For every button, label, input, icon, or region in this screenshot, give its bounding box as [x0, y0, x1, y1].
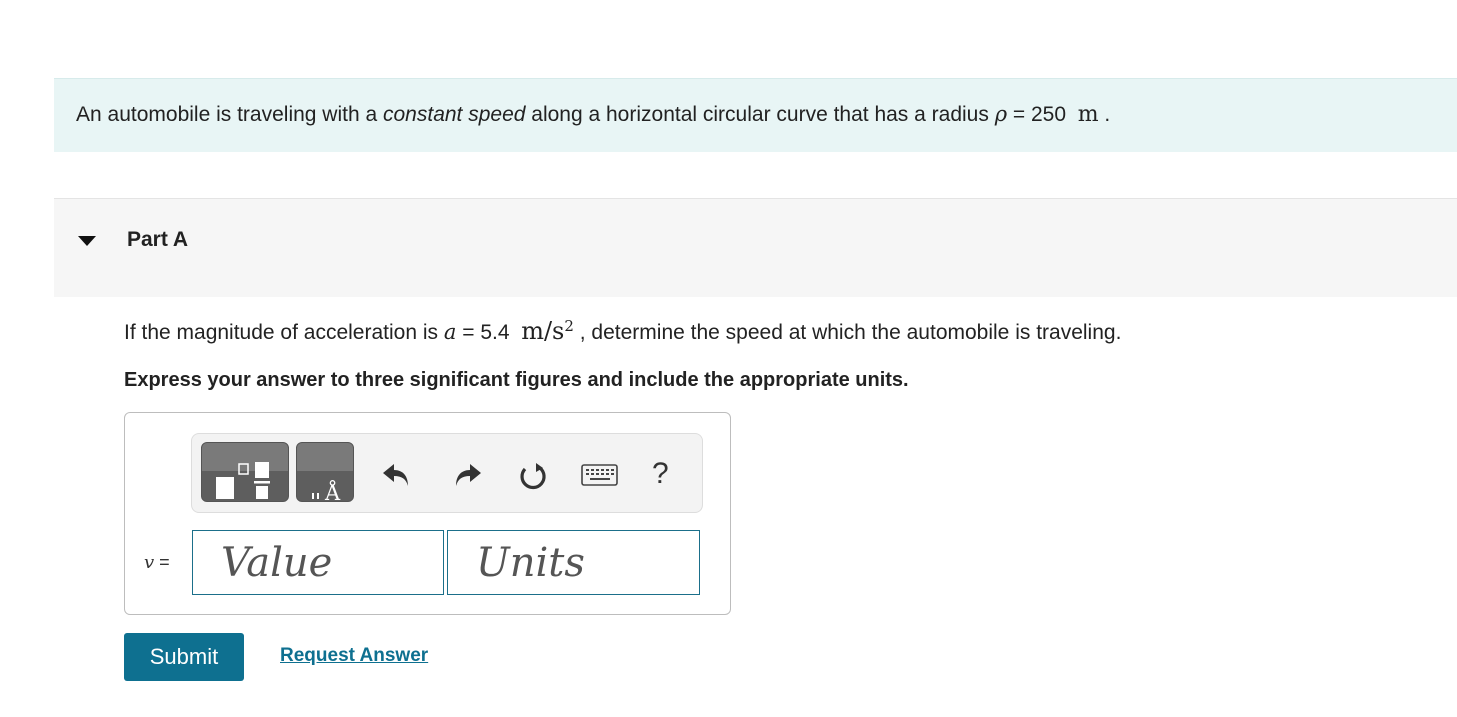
- units-template-icon[interactable]: Å: [296, 442, 354, 502]
- units-input[interactable]: [447, 530, 700, 595]
- problem-text: An automobile is traveling with a consta…: [76, 102, 1110, 127]
- intro-text-start: An automobile is traveling with a: [76, 103, 383, 126]
- problem-statement: An automobile is traveling with a consta…: [54, 78, 1457, 152]
- accel-unit-exponent: 2: [564, 317, 574, 335]
- units-glyph: Å: [324, 480, 341, 502]
- intro-text-end: .: [1098, 103, 1111, 126]
- intro-emphasis: constant speed: [383, 103, 526, 126]
- keyboard-icon[interactable]: [580, 462, 620, 492]
- accel-symbol: a: [443, 320, 457, 344]
- collapse-caret-icon[interactable]: [78, 236, 96, 246]
- value-input[interactable]: [192, 530, 444, 595]
- variable-symbol: v: [144, 552, 155, 573]
- answer-variable-label: v =: [144, 552, 170, 573]
- reset-icon[interactable]: [516, 460, 550, 490]
- radius-unit: m: [1077, 102, 1099, 127]
- answer-instruction: Express your answer to three significant…: [124, 369, 909, 391]
- math-toolbar: Å ?: [191, 433, 703, 513]
- undo-icon[interactable]: [380, 460, 414, 490]
- help-icon[interactable]: ?: [652, 458, 686, 490]
- answer-box: Å ? v = Value Units: [124, 412, 731, 615]
- accel-unit: m/s: [521, 317, 565, 345]
- request-answer-link[interactable]: Request Answer: [280, 645, 428, 667]
- fraction-template-icon[interactable]: [201, 442, 289, 502]
- redo-icon[interactable]: [450, 460, 484, 490]
- question-end: , determine the speed at which the autom…: [573, 321, 1122, 344]
- radius-value: = 250: [1007, 103, 1072, 126]
- part-title: Part A: [127, 228, 189, 251]
- intro-text-mid: along a horizontal circular curve that h…: [525, 103, 995, 126]
- submit-button[interactable]: Submit: [124, 633, 244, 681]
- equals-sign: =: [154, 552, 170, 572]
- accel-value: = 5.4: [456, 321, 516, 344]
- radius-symbol: ρ: [994, 102, 1008, 126]
- part-a-header[interactable]: Part A: [54, 198, 1457, 297]
- question-text: If the magnitude of acceleration is a = …: [124, 317, 1121, 345]
- question-start: If the magnitude of acceleration is: [124, 321, 444, 344]
